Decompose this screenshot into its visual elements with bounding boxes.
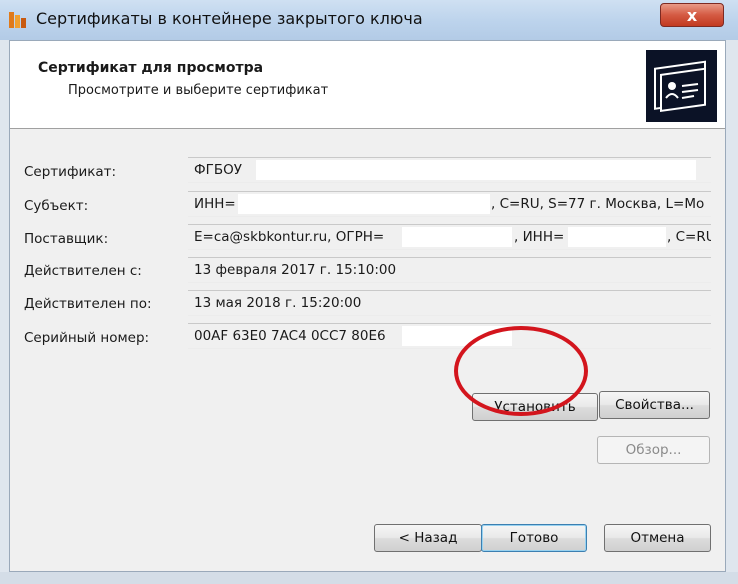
properties-button[interactable]: Свойства... (599, 391, 710, 419)
wizard-header: Сертификат для просмотра Просмотрите и в… (10, 41, 725, 129)
cancel-button[interactable]: Отмена (604, 524, 711, 552)
subject-value-end: , C=RU, S=77 г. Москва, L=Мо (491, 196, 705, 212)
valid-to-value: 13 мая 2018 г. 15:20:00 (194, 295, 362, 311)
header-subtitle: Просмотрите и выберите сертификат (68, 83, 329, 98)
dialog-client-area: Сертификат для просмотра Просмотрите и в… (9, 40, 726, 572)
window-bottom-edge (0, 572, 738, 584)
issuer-field[interactable]: E=ca@skbkontur.ru, ОГРН= , ИНН= , C=RU (188, 224, 711, 250)
redacted-block (568, 227, 666, 247)
redacted-block (238, 194, 490, 214)
close-button[interactable]: x (660, 3, 724, 27)
valid-to-field[interactable]: 13 мая 2018 г. 15:20:00 (188, 290, 711, 316)
certificate-field[interactable]: ФГБОУ (188, 157, 711, 183)
finish-button[interactable]: Готово (481, 524, 587, 552)
certificate-value: ФГБОУ (194, 162, 242, 178)
subject-label: Субъект: (24, 198, 89, 214)
valid-from-label: Действителен с: (24, 263, 142, 279)
issuer-value-start: E=ca@skbkontur.ru, ОГРН= (194, 229, 385, 245)
certificate-label: Сертификат: (24, 164, 117, 180)
subject-value-start: ИНН= (194, 196, 236, 212)
serial-field[interactable]: 00AF 63E0 7AC4 0CC7 80E6 (188, 323, 711, 349)
redacted-block (402, 227, 512, 247)
serial-value: 00AF 63E0 7AC4 0CC7 80E6 (194, 328, 386, 344)
valid-from-value: 13 февраля 2017 г. 15:10:00 (194, 262, 397, 278)
header-title: Сертификат для просмотра (38, 60, 264, 76)
highlight-circle (454, 326, 588, 416)
title-bar: Сертификаты в контейнере закрытого ключа… (0, 0, 738, 40)
issuer-value-end: , C=RU (667, 229, 711, 245)
issuer-value-mid: , ИНН= (514, 229, 565, 245)
subject-field[interactable]: ИНН= , C=RU, S=77 г. Москва, L=Мо (188, 191, 711, 217)
redacted-block (256, 160, 696, 180)
issuer-label: Поставщик: (24, 231, 109, 247)
app-icon (8, 10, 28, 30)
certificate-icon (646, 50, 717, 122)
window-title: Сертификаты в контейнере закрытого ключа (36, 9, 423, 28)
back-button[interactable]: < Назад (374, 524, 482, 552)
browse-button[interactable]: Обзор... (597, 436, 710, 464)
valid-to-label: Действителен по: (24, 296, 152, 312)
serial-label: Серийный номер: (24, 330, 150, 346)
valid-from-field[interactable]: 13 февраля 2017 г. 15:10:00 (188, 257, 711, 283)
